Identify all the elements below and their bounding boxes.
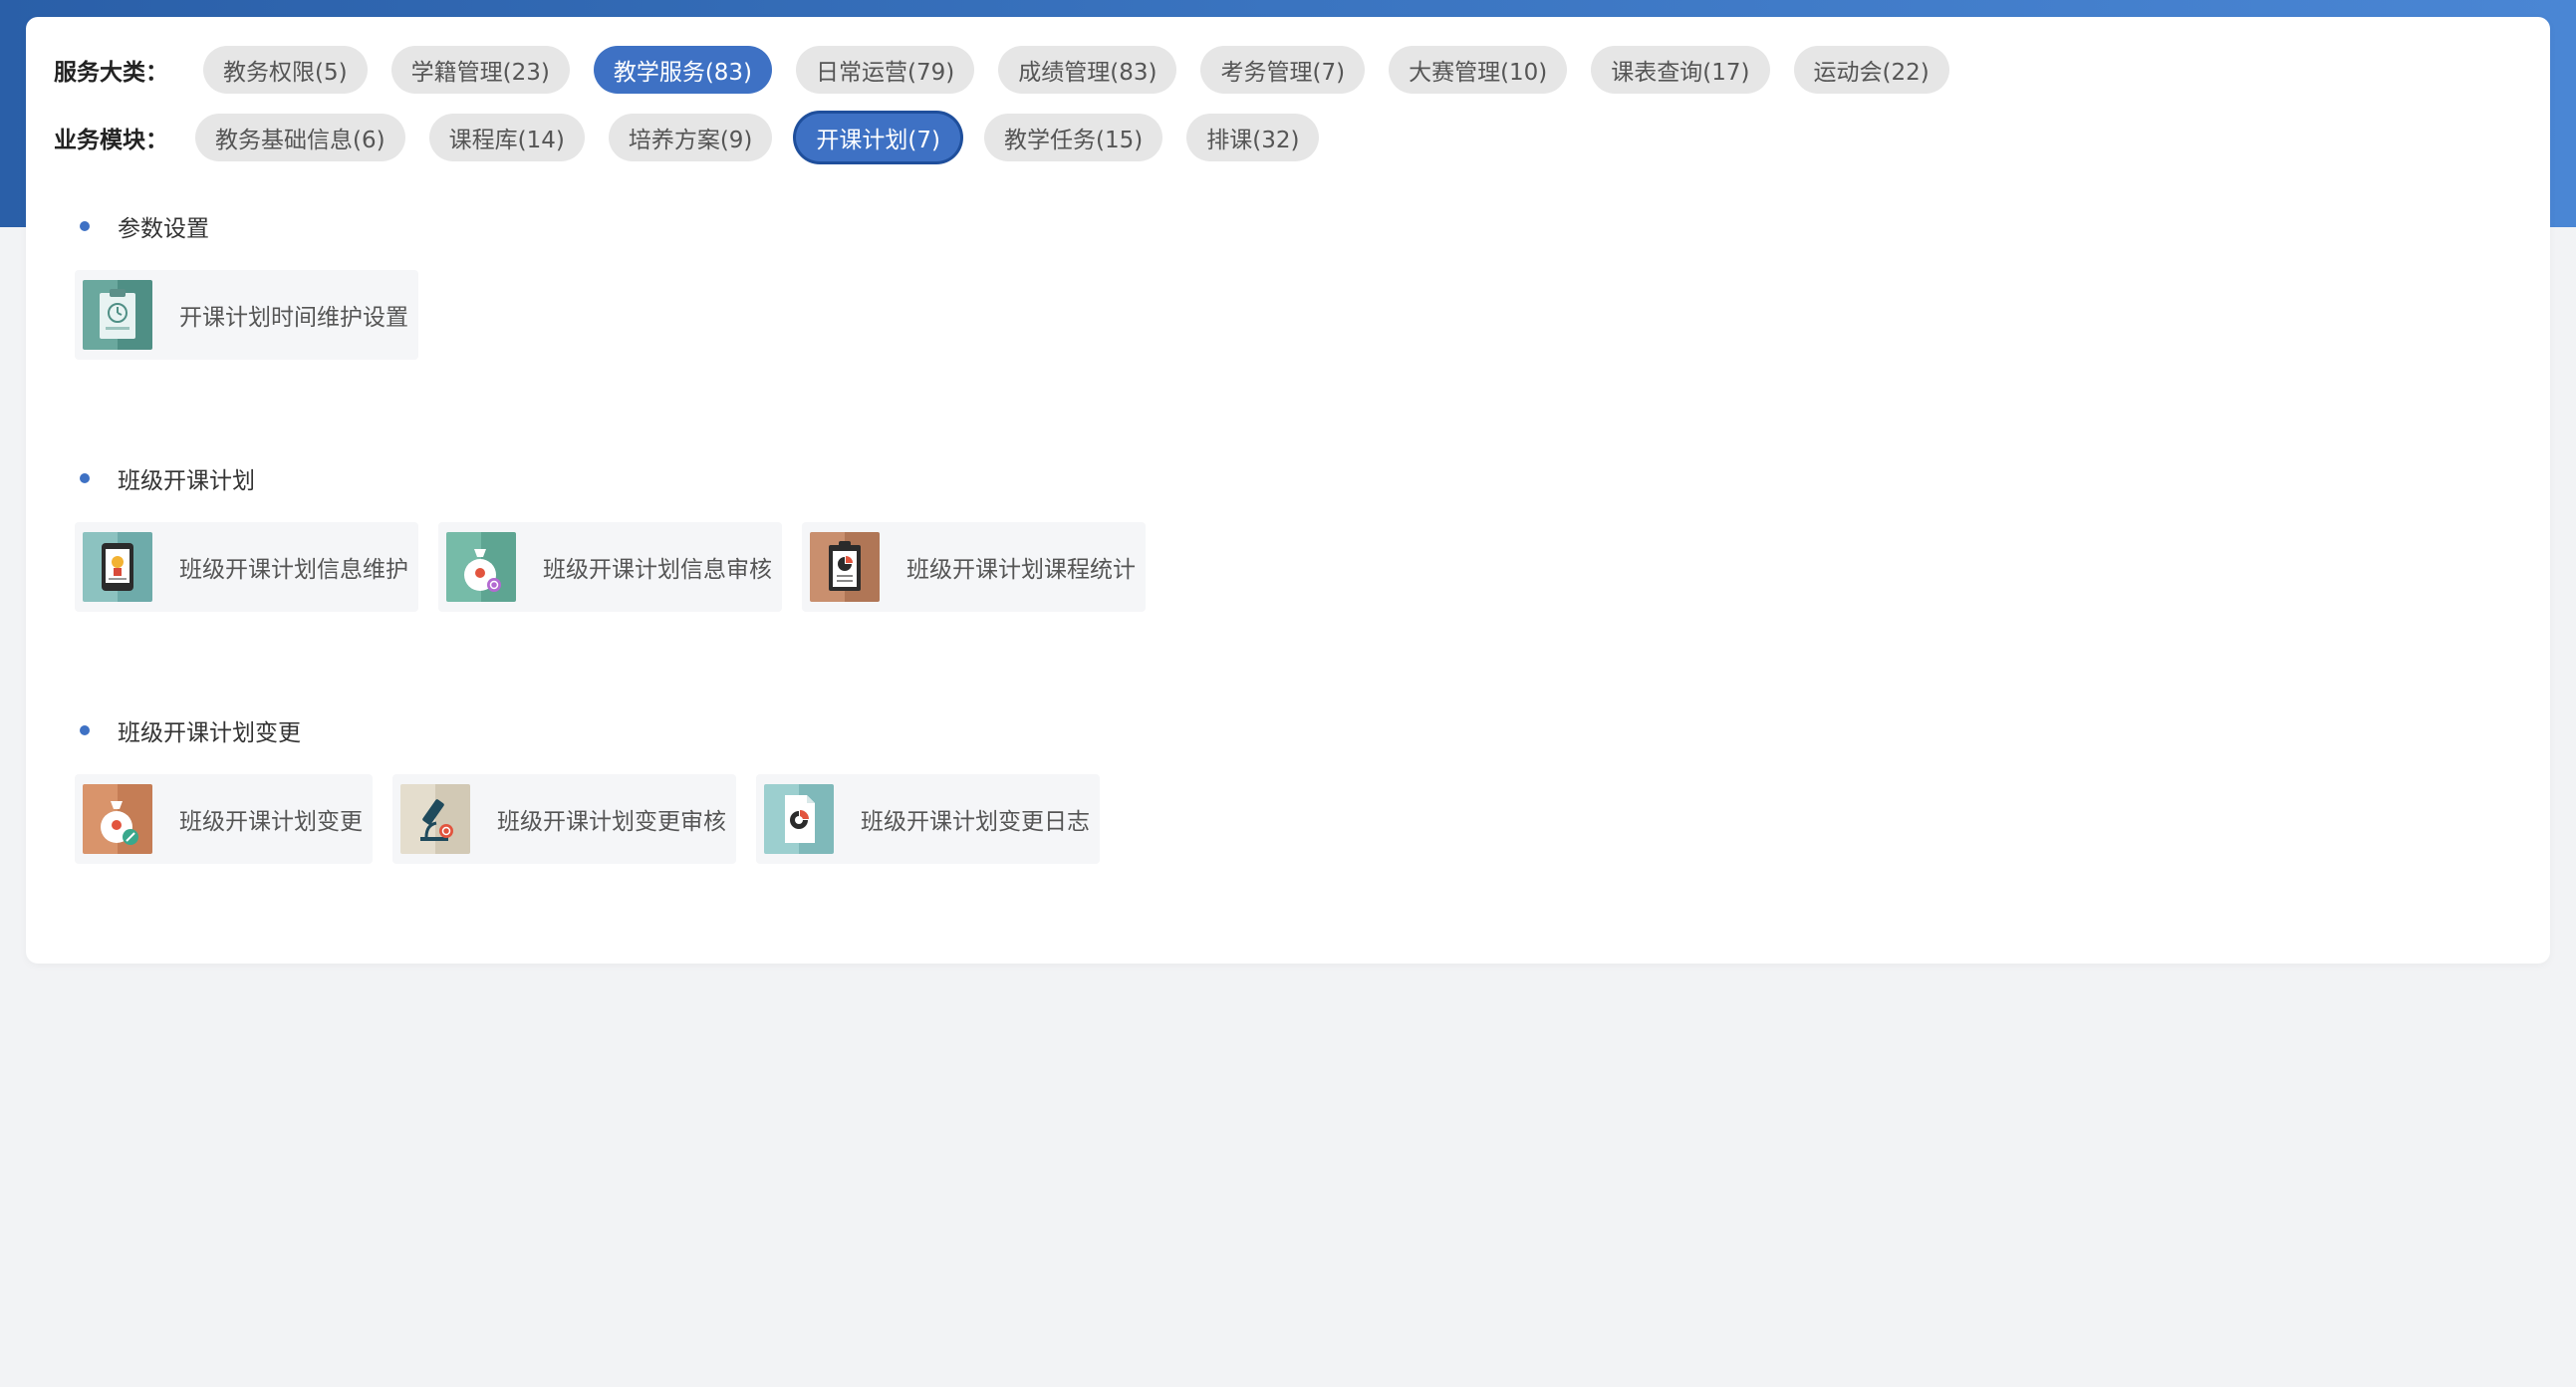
service-card[interactable]: 班级开课计划变更: [75, 774, 373, 864]
chip-module-0[interactable]: 教务基础信息(6): [195, 114, 405, 161]
chip-module-5[interactable]: 排课(32): [1186, 114, 1320, 161]
chip-service-7[interactable]: 课表查询(17): [1591, 46, 1770, 94]
business-module-filter: 业务模块： 教务基础信息(6) 课程库(14) 培养方案(9) 开课计划(7) …: [54, 113, 1343, 162]
chip-module-4[interactable]: 教学任务(15): [984, 114, 1163, 161]
service-category-label: 服务大类：: [54, 60, 168, 86]
chip-service-4[interactable]: 成绩管理(83): [998, 46, 1177, 94]
service-card[interactable]: 班级开课计划信息维护: [75, 522, 418, 612]
section-title: 班级开课计划变更: [80, 712, 1120, 748]
chip-service-3[interactable]: 日常运营(79): [796, 46, 975, 94]
service-card[interactable]: 班级开课计划变更日志: [756, 774, 1100, 864]
tablet-award-icon: [83, 532, 152, 602]
clipboard-clock-icon: [83, 280, 152, 350]
chip-module-1[interactable]: 课程库(14): [428, 114, 585, 161]
chip-module-2[interactable]: 培养方案(9): [608, 114, 773, 161]
chip-service-2[interactable]: 教学服务(83): [593, 46, 773, 94]
chip-service-6[interactable]: 大赛管理(10): [1389, 46, 1568, 94]
section-title: 班级开课计划: [80, 460, 1165, 496]
service-card[interactable]: 班级开课计划变更审核: [392, 774, 736, 864]
chip-module-3[interactable]: 开课计划(7): [796, 114, 960, 161]
document-chart-icon: [764, 784, 834, 854]
service-category-filter: 服务大类： 教务权限(5) 学籍管理(23) 教学服务(83) 日常运营(79)…: [54, 45, 1973, 95]
service-card[interactable]: 班级开课计划课程统计: [802, 522, 1146, 612]
service-card[interactable]: 开课计划时间维护设置: [75, 270, 418, 360]
section-class-course-plan: 班级开课计划 班级开课计划信息维护 班级开课计划信息审核 班级开课计划课程统计: [75, 460, 1165, 612]
bullet-dot: [80, 221, 90, 231]
section-class-course-plan-change: 班级开课计划变更 班级开课计划变更 班级开课计划变更审核 班级开课计划变更日志: [75, 712, 1120, 864]
section-title: 参数设置: [80, 208, 438, 244]
bullet-dot: [80, 473, 90, 483]
chip-service-0[interactable]: 教务权限(5): [203, 46, 368, 94]
microscope-search-icon: [400, 784, 470, 854]
bullet-dot: [80, 725, 90, 735]
chip-service-8[interactable]: 运动会(22): [1793, 46, 1949, 94]
chip-service-1[interactable]: 学籍管理(23): [390, 46, 570, 94]
service-card[interactable]: 班级开课计划信息审核: [438, 522, 782, 612]
money-bag-edit-icon: [83, 784, 152, 854]
business-module-label: 业务模块：: [54, 128, 168, 153]
main-panel: 服务大类： 教务权限(5) 学籍管理(23) 教学服务(83) 日常运营(79)…: [26, 17, 2550, 964]
clipboard-chart-icon: [810, 532, 880, 602]
chip-service-5[interactable]: 考务管理(7): [1200, 46, 1366, 94]
money-bag-search-icon: [446, 532, 516, 602]
section-parameter-settings: 参数设置 开课计划时间维护设置: [75, 208, 438, 360]
